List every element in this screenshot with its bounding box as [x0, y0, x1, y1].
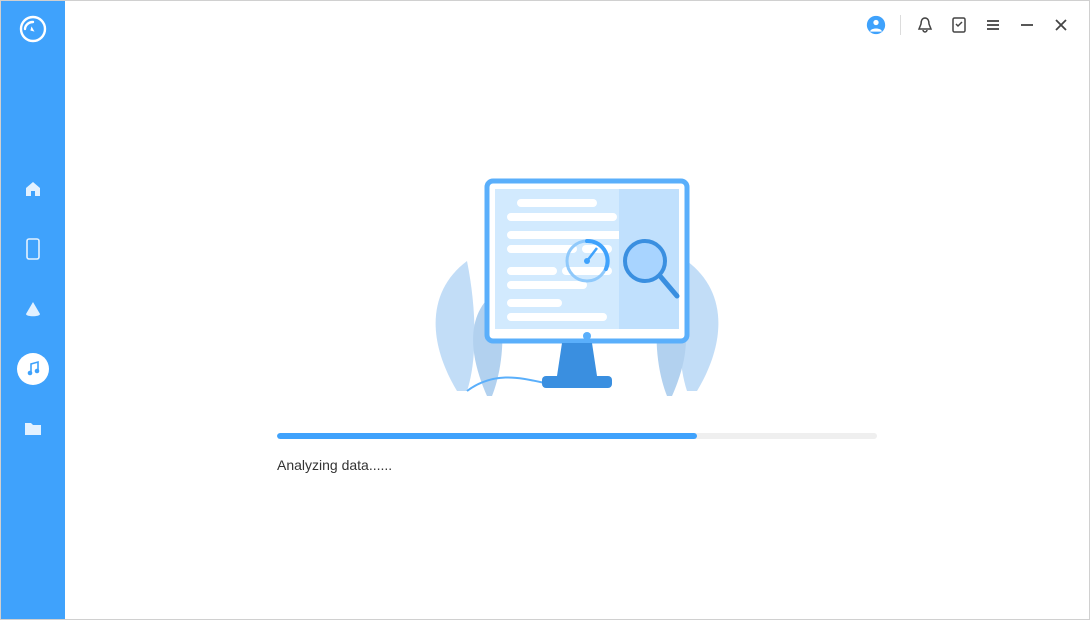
- sidebar-item-home[interactable]: [17, 173, 49, 205]
- app-logo-icon: [19, 15, 47, 43]
- phone-icon: [24, 238, 42, 260]
- sidebar: [1, 1, 65, 619]
- main-content: Analyzing data......: [65, 1, 1089, 619]
- analyzing-illustration: [367, 161, 787, 401]
- home-icon: [23, 179, 43, 199]
- progress-container: Analyzing data......: [277, 433, 877, 473]
- progress-bar: [277, 433, 877, 439]
- sidebar-item-cloud[interactable]: [17, 293, 49, 325]
- music-icon: [23, 359, 43, 379]
- sidebar-item-device[interactable]: [17, 233, 49, 265]
- cloud-icon: [23, 299, 43, 319]
- folder-icon: [23, 420, 43, 438]
- sidebar-item-itunes[interactable]: [17, 353, 49, 385]
- status-text: Analyzing data......: [277, 457, 877, 473]
- progress-fill: [277, 433, 697, 439]
- sidebar-item-folder[interactable]: [17, 413, 49, 445]
